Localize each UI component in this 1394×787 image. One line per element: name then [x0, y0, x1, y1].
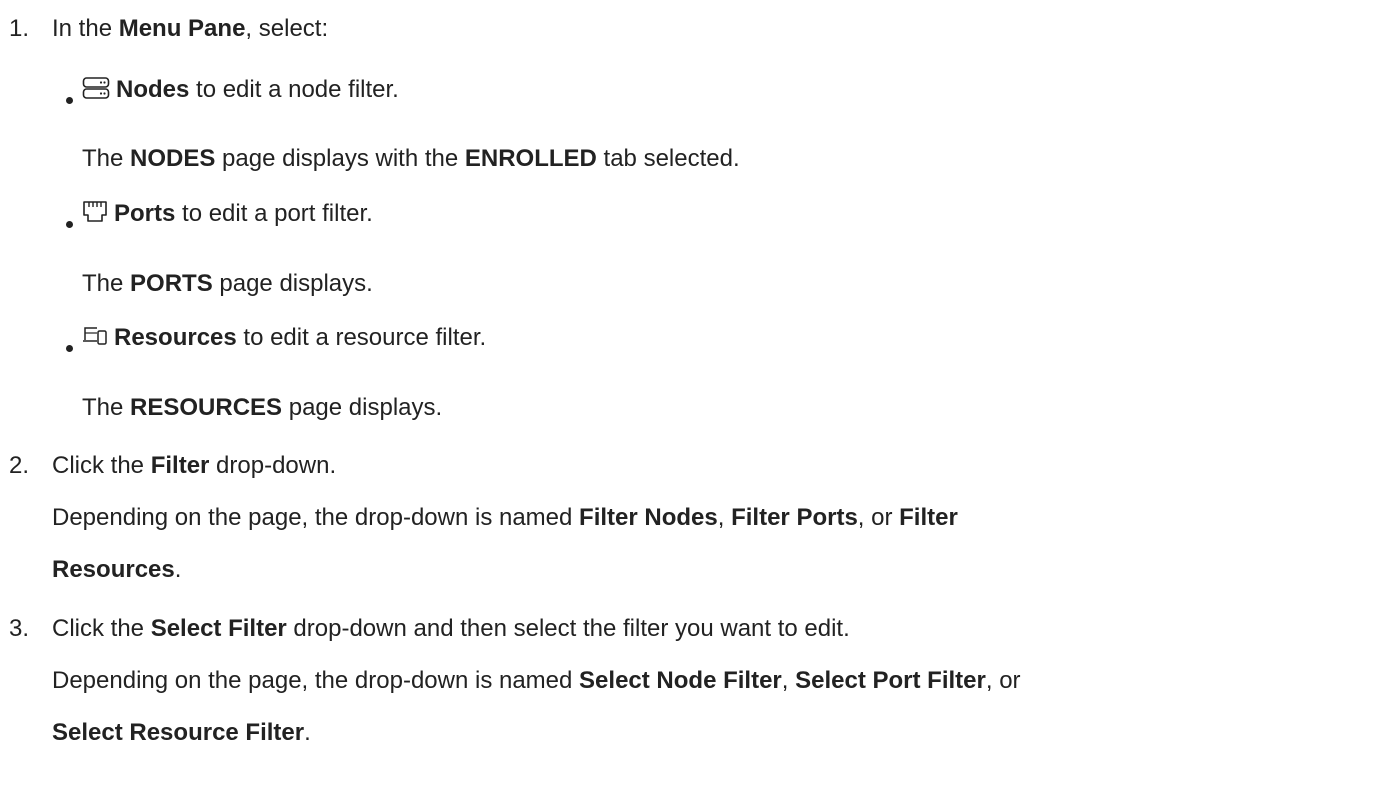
bullet-ports: Ports to edit a port filter.	[82, 200, 373, 229]
step-number: 2.	[9, 452, 30, 479]
step-3-text: Click the Select Filter drop-down and th…	[52, 615, 850, 642]
step-3-note-cont: Select Resource Filter.	[52, 719, 311, 746]
bullet-nodes: Nodes to edit a node filter.	[82, 76, 399, 105]
step-number: 1.	[9, 15, 30, 42]
step-2-text: Click the Filter drop-down.	[52, 452, 337, 479]
bullet	[66, 345, 73, 352]
nodes-icon	[82, 76, 110, 100]
step-3-note: Depending on the page, the drop-down is …	[52, 667, 1021, 694]
bullet-nodes-result: The NODES page displays with the ENROLLE…	[82, 145, 740, 172]
step-2-note: Depending on the page, the drop-down is …	[52, 504, 958, 531]
bullet-resources: Resources to edit a resource filter.	[82, 324, 486, 353]
bullet-resources-result: The RESOURCES page displays.	[82, 394, 443, 421]
step-number: 3.	[9, 615, 30, 642]
bullet-ports-result: The PORTS page displays.	[82, 270, 373, 297]
resources-icon	[82, 324, 108, 348]
ports-icon	[82, 200, 108, 224]
bullet	[66, 221, 73, 228]
bullet	[66, 97, 73, 104]
step-2-note-cont: Resources.	[52, 556, 182, 583]
step-1-text: In the Menu Pane, select:	[52, 15, 329, 42]
